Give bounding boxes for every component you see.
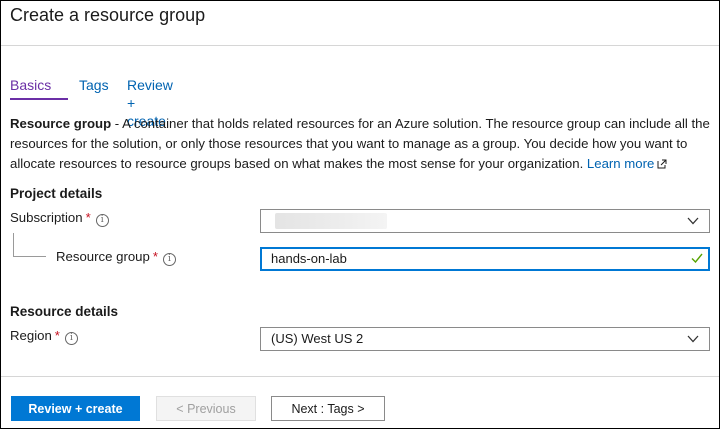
region-value: (US) West US 2: [271, 331, 364, 346]
create-resource-group-blade: Create a resource group Basics Tags Revi…: [0, 0, 720, 429]
resource-group-value: hands-on-lab: [271, 251, 347, 266]
region-select[interactable]: (US) West US 2: [260, 327, 710, 351]
review-create-button[interactable]: Review + create: [11, 396, 140, 421]
tab-review-create[interactable]: Review + create: [127, 76, 173, 129]
previous-label: < Previous: [176, 401, 236, 416]
chevron-down-icon: [687, 335, 699, 343]
region-label: Region: [10, 328, 52, 343]
previous-button[interactable]: < Previous: [156, 396, 256, 421]
info-icon[interactable]: i: [95, 214, 109, 227]
resource-group-description: Resource group - A container that holds …: [10, 114, 710, 174]
page-title: Create a resource group: [10, 5, 206, 25]
active-tab-indicator: [10, 98, 68, 100]
tab-tags[interactable]: Tags: [79, 76, 109, 100]
subscription-label: Subscription: [10, 210, 83, 225]
subscription-select[interactable]: [260, 209, 710, 233]
required-marker: *: [85, 210, 91, 225]
footer-divider: [1, 376, 719, 377]
redacted-subscription-value: [275, 213, 387, 229]
next-tags-label: Next : Tags >: [291, 401, 365, 416]
resource-group-label: Resource group: [56, 249, 150, 264]
review-create-label: Review + create: [28, 401, 123, 416]
info-icon[interactable]: i: [64, 332, 78, 345]
check-icon: [691, 253, 703, 263]
required-marker: *: [152, 249, 158, 264]
next-tags-button[interactable]: Next : Tags >: [271, 396, 385, 421]
title-divider: [1, 45, 719, 46]
subscription-label-row: Subscription * i: [10, 210, 109, 227]
external-link-icon: [657, 159, 667, 169]
description-term: Resource group: [10, 116, 112, 131]
chevron-down-icon: [687, 217, 699, 225]
learn-more-label: Learn more: [586, 156, 655, 171]
learn-more-link[interactable]: Learn more: [587, 156, 667, 171]
project-details-heading: Project details: [10, 186, 103, 201]
region-label-row: Region * i: [10, 328, 78, 345]
tab-basics-label: Basics: [10, 77, 52, 93]
tab-basics[interactable]: Basics: [10, 76, 51, 100]
info-icon[interactable]: i: [162, 253, 176, 266]
tab-tags-label: Tags: [79, 77, 109, 93]
hierarchy-connector-branch: [13, 256, 46, 257]
hierarchy-connector: [13, 233, 14, 256]
resource-group-input[interactable]: hands-on-lab: [260, 247, 710, 271]
resource-group-label-row: Resource group * i: [56, 249, 176, 266]
required-marker: *: [54, 328, 60, 343]
resource-details-heading: Resource details: [10, 304, 119, 319]
